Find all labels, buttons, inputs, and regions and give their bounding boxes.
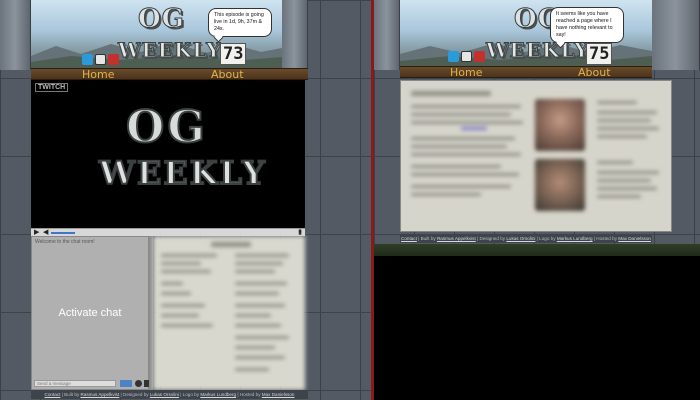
video-player[interactable]: TWITCH OG WEEKLY	[31, 80, 305, 228]
twitch-badge[interactable]: TWITCH	[35, 83, 69, 92]
chat-message-input[interactable]: Send a message	[34, 380, 116, 387]
logo-weekly: WEEKLY	[117, 38, 222, 63]
footer-logo-by-link[interactable]: Markus Lundberg	[557, 236, 593, 241]
footer-text: | Built by	[416, 236, 437, 241]
footer-text: | Built by	[60, 392, 81, 397]
footer-text: | Hosted by	[236, 392, 262, 397]
activate-chat-button[interactable]: Activate chat	[32, 307, 148, 319]
footer-contact-link[interactable]: Contact	[401, 236, 417, 241]
footer-hosted-by-link[interactable]: Max Danielsson	[262, 392, 295, 397]
footer-built-by-link[interactable]: Rasmus Appelkvist	[80, 392, 119, 397]
volume-slider[interactable]	[51, 232, 75, 234]
team-photo-1	[535, 99, 585, 151]
footer-hosted-by-link[interactable]: Max Danielsson	[618, 236, 651, 241]
logo-og: OG	[138, 4, 185, 35]
footer-contact-link[interactable]: Contact	[45, 392, 61, 397]
footer-built-by-link[interactable]: Rasmus Appelkvist	[437, 236, 476, 241]
youtube-icon[interactable]	[108, 54, 119, 65]
steam-icon[interactable]	[95, 54, 106, 65]
footer-text: | Hosted by	[592, 236, 619, 241]
about-content-blurred	[401, 81, 671, 231]
social-links	[448, 51, 485, 62]
footer-text: | Designed by	[475, 236, 507, 241]
left-pillar	[0, 0, 31, 70]
footer-designed-by-link[interactable]: Lukas Orsolini	[506, 236, 535, 241]
twitter-icon[interactable]	[448, 51, 459, 62]
nav-home[interactable]: Home	[450, 66, 482, 79]
nav-about[interactable]: About	[578, 66, 611, 79]
footer-logo-by-link[interactable]: Markus Lundberg	[200, 392, 236, 397]
footer-designed-by-link[interactable]: Lukas Orsolini	[150, 392, 179, 397]
twitter-icon[interactable]	[82, 54, 93, 65]
youtube-icon[interactable]	[474, 51, 485, 62]
chat-welcome-text: Welcome to the chat room!	[35, 239, 95, 245]
video-logo-og: OG	[125, 101, 208, 154]
right-pillar	[282, 0, 308, 70]
about-panel-blurred	[400, 80, 672, 232]
speech-bubble: This episode is going live in 1d, 9h, 37…	[208, 8, 272, 37]
player-controls: ▶ ◀ ▮	[31, 228, 305, 236]
right-pillar	[652, 0, 700, 70]
chat-panel: Welcome to the chat room! Activate chat …	[31, 236, 149, 390]
episode-counter: 75	[586, 43, 613, 65]
left-page: OG WEEKLY 73 This episode is going live …	[0, 0, 371, 400]
grass-strip	[374, 244, 700, 256]
left-pillar	[374, 0, 400, 70]
chat-send-button[interactable]	[120, 380, 132, 387]
steam-icon[interactable]	[461, 51, 472, 62]
gear-icon[interactable]	[135, 380, 142, 387]
social-links	[82, 54, 119, 65]
footer-text: | Logo by	[178, 392, 201, 397]
team-photo-2	[535, 159, 585, 211]
right-page: OG WEEKLY 75 It seems like you have reac…	[374, 0, 700, 400]
site-logo-weekly[interactable]: WEEKLY	[117, 38, 222, 63]
screenshot-frame: OG WEEKLY 73 This episode is going live …	[0, 0, 700, 400]
agenda-panel-blurred	[153, 236, 305, 390]
speech-bubble: It seems like you have reached a page wh…	[550, 7, 624, 43]
site-footer: Contact | Built by Rasmus Appelkvist | D…	[400, 234, 652, 243]
video-logo-weekly: WEEKLY	[98, 153, 267, 193]
episode-counter: 73	[220, 43, 247, 65]
footer-text: | Designed by	[119, 392, 150, 397]
site-footer: Contact | Built by Rasmus Appelkvist | D…	[31, 390, 308, 399]
footer-text: | Logo by	[535, 236, 557, 241]
main-nav: Home About	[400, 66, 652, 79]
site-logo[interactable]: OG	[138, 4, 185, 35]
main-nav: Home About	[31, 68, 308, 81]
empty-page-area	[374, 256, 700, 400]
